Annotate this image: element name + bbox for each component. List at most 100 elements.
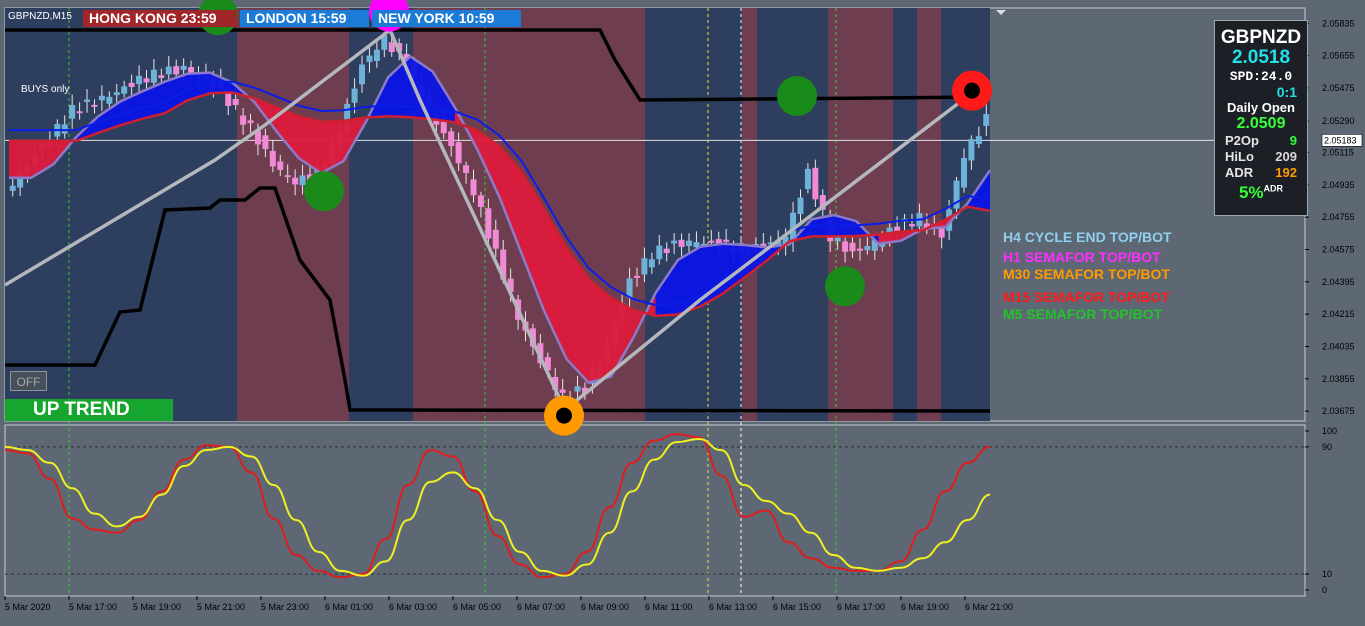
candle-body	[671, 240, 678, 244]
time-tick-label: 5 Mar 19:00	[133, 602, 181, 612]
candle-body	[299, 175, 306, 186]
candle-body	[173, 66, 180, 75]
candle-body	[61, 124, 68, 134]
price-tick-label: 2.04395	[1322, 277, 1355, 287]
candle-body	[247, 120, 254, 124]
price-tick-label: 2.05115	[1322, 148, 1354, 158]
candle-body	[448, 131, 455, 147]
candle-body	[856, 248, 863, 251]
candle-body	[686, 240, 693, 246]
legend-m30: M30 SEMAFOR TOP/BOT	[1003, 266, 1170, 282]
semafor-dot	[825, 266, 865, 307]
price-tick-label: 2.05475	[1322, 83, 1355, 93]
panel-ratio: 0:1	[1276, 84, 1297, 100]
time-tick-label: 6 Mar 01:00	[325, 602, 373, 612]
candle-body	[165, 66, 172, 75]
candle-body	[663, 248, 670, 254]
semafor-core	[556, 407, 572, 424]
candle-body	[366, 55, 373, 62]
trend-banner: UP TREND	[5, 399, 173, 421]
time-tick-label: 6 Mar 05:00	[453, 602, 501, 612]
chart-window: 100 90 10 0 2.05835 2.05655 2.05475 2.05290 2.0…	[0, 0, 1365, 621]
time-tick-label: 6 Mar 09:00	[581, 602, 629, 612]
candle-body	[91, 104, 98, 107]
time-tick-label: 5 Mar 2020	[5, 602, 51, 612]
osc-tick-label: 90	[1322, 442, 1332, 452]
candle-body	[136, 75, 143, 85]
time-tick-label: 6 Mar 13:00	[709, 602, 757, 612]
candle-body	[678, 239, 685, 247]
candle-body	[359, 64, 366, 85]
legend-m15: M15 SEMAFOR TOP/BOT	[1003, 289, 1170, 305]
legend-m5: M5 SEMAFOR TOP/BOT	[1003, 306, 1163, 322]
candle-body	[626, 278, 633, 298]
candle-body	[477, 195, 484, 208]
candle-body	[150, 69, 157, 83]
price-tick-label: 2.04755	[1322, 212, 1355, 222]
off-button[interactable]: OFF	[10, 371, 47, 391]
candle-body	[232, 98, 239, 106]
adr-value: 192	[1275, 165, 1297, 180]
candle-body	[76, 111, 83, 114]
candle-body	[292, 177, 299, 185]
session-band	[645, 8, 742, 421]
price-tick-label: 2.04935	[1322, 180, 1355, 190]
price-tick-label: 2.05655	[1322, 51, 1355, 61]
semafor-core	[964, 82, 980, 99]
candle-body	[983, 114, 990, 126]
time-tick-label: 6 Mar 19:00	[901, 602, 949, 612]
session-band	[742, 8, 757, 421]
candle-body	[559, 389, 566, 393]
time-tick-label: 6 Mar 21:00	[965, 602, 1013, 612]
candle-body	[708, 240, 715, 243]
ribbon-segment	[9, 140, 32, 178]
candle-body	[180, 65, 187, 70]
candle-body	[98, 95, 105, 101]
symbol-timeframe: GBPNZD,M15	[8, 11, 72, 22]
panel-price: 2.0518	[1231, 47, 1291, 68]
candle-body	[656, 245, 663, 260]
legend-h1: H1 SEMAFOR TOP/BOT	[1003, 249, 1161, 265]
info-panel: GBPNZD 2.0518 SPD:24.0 0:1 Daily Open 2.…	[1214, 20, 1308, 216]
session-newyork: NEW YORK 10:59	[372, 10, 521, 27]
time-tick-label: 6 Mar 15:00	[773, 602, 821, 612]
candle-body	[188, 67, 195, 73]
candle-body	[121, 86, 128, 94]
osc-tick-label: 10	[1322, 569, 1332, 579]
candle-body	[113, 92, 120, 96]
hilo-label: HiLo	[1225, 149, 1254, 164]
candle-body	[240, 115, 247, 125]
price-tick-label: 2.03855	[1322, 374, 1355, 384]
candle-body	[975, 136, 982, 144]
price-tick-label: 2.04215	[1322, 309, 1355, 319]
panel-spread: SPD:24.0	[1229, 69, 1293, 84]
semafor-dot	[304, 171, 344, 212]
price-tick-label: 2.04575	[1322, 245, 1355, 255]
candle-body	[797, 197, 804, 215]
panel-adr-percent: 5%ADR	[1215, 183, 1307, 203]
candle-body	[225, 92, 232, 107]
candle-body	[723, 239, 730, 242]
candle-body	[463, 165, 470, 173]
session-band	[828, 8, 893, 421]
candle-body	[908, 224, 915, 227]
panel-hilo-row: HiLo 209	[1215, 149, 1307, 165]
candle-body	[960, 158, 967, 188]
time-tick-label: 5 Mar 23:00	[261, 602, 309, 612]
candle-body	[106, 96, 113, 104]
candle-body	[864, 246, 871, 251]
price-tick-label: 2.03675	[1322, 406, 1355, 416]
candle-body	[388, 42, 395, 53]
candle-body	[284, 175, 291, 178]
candle-body	[842, 241, 849, 252]
oscillator-panel	[4, 424, 1306, 597]
candle-body	[373, 49, 380, 61]
candle-body	[69, 105, 76, 119]
time-tick-label: 6 Mar 11:00	[645, 602, 692, 612]
time-tick-label: 6 Mar 17:00	[837, 602, 885, 612]
candle-body	[485, 208, 492, 239]
candle-body	[641, 258, 648, 275]
buys-only-label: BUYS only	[21, 84, 70, 95]
candle-body	[262, 135, 269, 149]
candle-body	[128, 82, 135, 87]
